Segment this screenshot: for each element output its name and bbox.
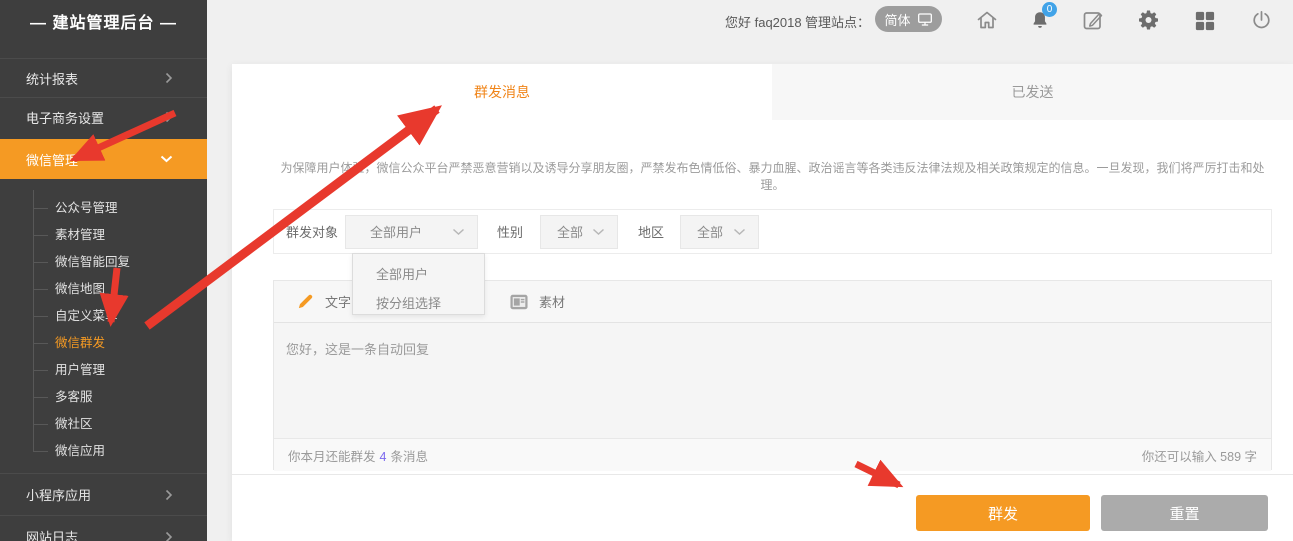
sidebar-item-label: 统计报表	[26, 69, 78, 88]
sidebar-item-smart-reply[interactable]: 微信智能回复	[55, 254, 130, 270]
sidebar-item-mass-send[interactable]: 微信群发	[55, 335, 105, 351]
sidebar-item-micro-community[interactable]: 微社区	[55, 416, 93, 432]
gender-select[interactable]: 全部	[540, 215, 618, 249]
tab-mass-send[interactable]: 群发消息	[232, 64, 772, 120]
app-screen: — 建站管理后台 — 统计报表 电子商务设置 微信管理 公众号管理 素材管理 微…	[0, 0, 1293, 541]
sidebar-item-statistics[interactable]: 统计报表	[0, 58, 207, 97]
sidebar-item-user-management[interactable]: 用户管理	[55, 362, 105, 378]
monitor-icon	[917, 12, 933, 27]
chevron-down-icon	[452, 228, 465, 236]
sidebar-item-custom-menu[interactable]: 自定义菜单	[55, 308, 118, 324]
sidebar-item-site-log[interactable]: 网站日志	[0, 515, 207, 541]
sidebar-item-wechat-map[interactable]: 微信地图	[55, 281, 105, 297]
message-textarea[interactable]: 您好，这是一条自动回复	[274, 323, 1271, 438]
home-button[interactable]	[973, 6, 1001, 34]
sidebar-item-miniprogram[interactable]: 小程序应用	[0, 473, 207, 515]
chevron-right-icon	[165, 531, 173, 541]
logout-button[interactable]	[1247, 6, 1275, 34]
chevron-down-icon	[733, 228, 746, 236]
send-button[interactable]: 群发	[916, 495, 1090, 531]
apps-button[interactable]	[1190, 6, 1218, 34]
reset-button[interactable]: 重置	[1101, 495, 1268, 531]
target-label: 群发对象	[286, 222, 338, 241]
gender-label: 性别	[497, 222, 523, 241]
region-select[interactable]: 全部	[680, 215, 759, 249]
quota-prefix: 你本月还能群发	[288, 450, 376, 464]
dropdown-option-all-users[interactable]: 全部用户	[353, 260, 484, 289]
gender-value: 全部	[557, 222, 583, 241]
sidebar-item-label: 微信管理	[26, 150, 78, 169]
main-panel: 群发消息 已发送 为保障用户体验，微信公众平台严禁恶意营销以及诱导分享朋友圈，严…	[232, 64, 1293, 541]
sidebar-item-multi-service[interactable]: 多客服	[55, 389, 93, 405]
settings-button[interactable]	[1135, 6, 1163, 34]
chevron-right-icon	[165, 489, 173, 501]
chevron-right-icon	[165, 72, 173, 84]
sidebar-item-material[interactable]: 素材管理	[55, 227, 105, 243]
editor-tab-text[interactable]: 文字	[296, 292, 351, 311]
notification-badge: 0	[1042, 2, 1057, 17]
target-form-row: 群发对象 全部用户 性别 全部 地区 全部	[273, 209, 1272, 254]
sidebar-item-wechat-app[interactable]: 微信应用	[55, 443, 105, 459]
sidebar-item-label: 小程序应用	[26, 485, 91, 504]
target-value: 全部用户	[370, 222, 422, 241]
language-button[interactable]: 简体	[875, 6, 942, 32]
material-icon	[509, 293, 529, 311]
language-label: 简体	[884, 10, 910, 29]
quota-text: 你本月还能群发 4条消息	[288, 446, 428, 465]
sidebar-item-wechat[interactable]: 微信管理	[0, 139, 207, 179]
target-dropdown: 全部用户 按分组选择	[352, 253, 485, 315]
edit-button[interactable]	[1079, 6, 1107, 34]
grid-icon	[1193, 9, 1216, 32]
editor-footer: 你本月还能群发 4条消息 你还可以输入 589 字	[274, 438, 1271, 471]
sidebar-item-official-account[interactable]: 公众号管理	[55, 200, 118, 216]
remaining-chars-text: 你还可以输入 589 字	[1142, 446, 1257, 465]
user-greeting: 您好 faq2018	[725, 12, 802, 31]
edit-icon	[1081, 8, 1105, 32]
target-select[interactable]: 全部用户	[345, 215, 478, 249]
editor-tab-material[interactable]: 素材	[509, 292, 565, 311]
sidebar: — 建站管理后台 — 统计报表 电子商务设置 微信管理 公众号管理 素材管理 微…	[0, 0, 207, 541]
quota-suffix: 条消息	[390, 450, 428, 464]
chevron-right-icon	[165, 111, 173, 123]
policy-notice: 为保障用户体验，微信公众平台严禁恶意营销以及诱导分享朋友圈，严禁发布色情低俗、暴…	[273, 159, 1272, 193]
pencil-icon	[296, 292, 315, 311]
region-value: 全部	[697, 222, 723, 241]
notifications-button[interactable]: 0	[1026, 6, 1054, 34]
sidebar-item-label: 网站日志	[26, 527, 78, 541]
sidebar-item-ecommerce[interactable]: 电子商务设置	[0, 97, 207, 136]
chevron-down-icon	[592, 228, 605, 236]
chevron-down-icon	[160, 155, 173, 163]
site-label: 管理站点：	[805, 12, 870, 31]
editor-tab-label: 文字	[325, 292, 351, 311]
editor-tab-label: 素材	[539, 292, 565, 311]
tab-sent[interactable]: 已发送	[772, 64, 1293, 120]
gear-icon	[1137, 8, 1161, 32]
power-icon	[1250, 8, 1273, 32]
sidebar-item-label: 电子商务设置	[26, 108, 104, 127]
region-label: 地区	[638, 222, 664, 241]
home-icon	[975, 8, 999, 32]
footer-divider	[232, 474, 1293, 475]
submenu-tree-line	[33, 190, 34, 451]
quota-count: 4	[380, 450, 387, 464]
app-title: — 建站管理后台 —	[0, 9, 207, 33]
dropdown-option-by-group[interactable]: 按分组选择	[353, 289, 484, 318]
